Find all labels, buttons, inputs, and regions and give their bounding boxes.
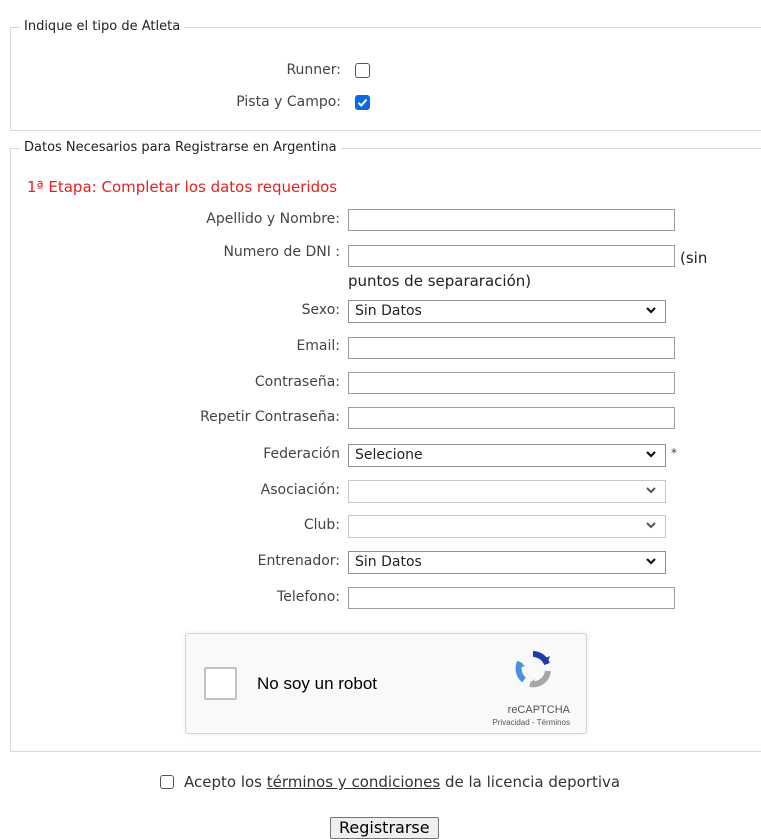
club-label: Club: [303, 517, 340, 533]
recaptcha-brand: reCAPTCHA [507, 704, 570, 716]
recaptcha-label: No soy un robot [257, 674, 378, 693]
runner-label: Runner: [286, 62, 341, 78]
dni-input[interactable] [348, 245, 675, 267]
federation-select-value: Selecione [355, 447, 423, 463]
sex-select-value: Sin Datos [355, 303, 422, 319]
sex-select[interactable]: Sin Datos [348, 300, 666, 323]
chevron-down-icon [646, 522, 656, 529]
repeat-password-input[interactable] [348, 407, 675, 429]
email-label: Email: [296, 338, 340, 354]
coach-label: Entrenador: [257, 553, 340, 569]
terms-text: Acepto los términos y condiciones de la … [184, 773, 620, 791]
recaptcha-logo-icon [515, 651, 551, 688]
recaptcha-links[interactable]: Privacidad - Términos [492, 718, 570, 727]
password-input[interactable] [348, 372, 675, 394]
track-label: Pista y Campo: [236, 94, 341, 110]
association-label: Asociación: [260, 482, 340, 498]
association-select[interactable] [348, 480, 666, 503]
required-marker: * [671, 446, 677, 460]
athlete-type-fieldset [10, 27, 761, 131]
terms-suffix: de la licencia deportiva [440, 773, 621, 791]
runner-checkbox[interactable] [355, 63, 370, 78]
terms-prefix: Acepto los [184, 773, 267, 791]
password-label: Contraseña: [254, 374, 340, 390]
dni-note: (sin [680, 249, 708, 267]
terms-link[interactable]: términos y condiciones [267, 773, 440, 791]
email-input[interactable] [348, 337, 675, 359]
recaptcha-widget: No soy un robot reCAPTCHA Privacidad - T… [185, 633, 587, 734]
repeat-password-label: Repetir Contraseña: [200, 409, 340, 425]
phone-label: Telefono: [277, 589, 340, 605]
registration-legend: Datos Necesarios para Registrarse en Arg… [20, 140, 341, 155]
register-button[interactable]: Registrarse [330, 817, 439, 839]
name-input[interactable] [348, 209, 675, 231]
chevron-down-icon [646, 558, 656, 565]
terms-checkbox[interactable] [160, 775, 174, 789]
chevron-down-icon [646, 487, 656, 494]
federation-select[interactable]: Selecione [348, 444, 666, 467]
dni-note-continued: puntos de separaración) [348, 272, 532, 290]
chevron-down-icon [646, 451, 656, 458]
coach-select-value: Sin Datos [355, 554, 422, 570]
recaptcha-checkbox[interactable] [204, 667, 237, 700]
coach-select[interactable]: Sin Datos [348, 551, 666, 574]
federation-label: Federación [263, 446, 340, 462]
sex-label: Sexo: [301, 302, 340, 318]
chevron-down-icon [646, 307, 656, 314]
stage-heading: 1ª Etapa: Completar los datos requeridos [27, 178, 338, 196]
checkmark-icon [357, 98, 367, 107]
phone-input[interactable] [348, 587, 675, 609]
name-label: Apellido y Nombre: [206, 211, 340, 227]
track-checkbox[interactable] [355, 95, 370, 110]
club-select[interactable] [348, 515, 666, 538]
dni-label: Numero de DNI : [223, 244, 340, 260]
athlete-type-legend: Indique el tipo de Atleta [20, 19, 185, 34]
